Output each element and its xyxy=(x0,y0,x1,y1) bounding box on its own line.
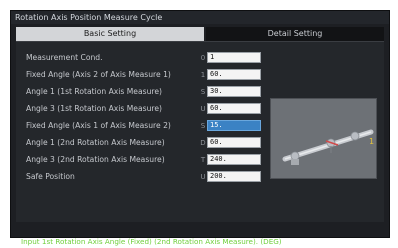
angle3-second-measure-input[interactable]: 240. xyxy=(207,154,261,165)
field-row: Fixed Angle (Axis 2 of Axis Measure 1) 1… xyxy=(26,69,262,81)
field-label: Angle 1 (2nd Rotation Axis Measure) xyxy=(26,138,165,147)
angle3-first-measure-input[interactable]: 60. xyxy=(207,103,261,114)
field-address: 0 xyxy=(200,54,206,62)
field-row: Angle 1 (1st Rotation Axis Measure) S 30… xyxy=(26,86,262,98)
safe-position-input[interactable]: 200. xyxy=(207,171,261,182)
field-label: Safe Position xyxy=(26,172,75,181)
field-address: D xyxy=(200,139,206,147)
angle1-second-measure-input[interactable]: 60. xyxy=(207,137,261,148)
field-label: Angle 1 (1st Rotation Axis Measure) xyxy=(26,87,162,96)
field-row: Safe Position U 200. xyxy=(26,171,262,183)
fixed-angle-axis2-input[interactable]: 60. xyxy=(207,69,261,80)
field-address: 1 xyxy=(200,71,206,79)
tab-detail-setting[interactable]: Detail Setting xyxy=(206,27,384,41)
angle1-first-measure-input[interactable]: 30. xyxy=(207,86,261,97)
field-label: Fixed Angle (Axis 2 of Axis Measure 1) xyxy=(26,70,171,79)
field-address: S xyxy=(200,122,206,130)
field-label: Measurement Cond. xyxy=(26,53,103,62)
status-message: Input 1st Rotation Axis Angle (Fixed) (2… xyxy=(21,237,282,246)
field-label: Angle 3 (1st Rotation Axis Measure) xyxy=(26,104,162,113)
field-address: S xyxy=(200,88,206,96)
field-address: U xyxy=(200,173,206,181)
field-label: Fixed Angle (Axis 1 of Axis Measure 2) xyxy=(26,121,171,130)
field-label: Angle 3 (2nd Rotation Axis Measure) xyxy=(26,155,165,164)
field-row: Fixed Angle (Axis 1 of Axis Measure 2) S… xyxy=(26,120,262,132)
field-address: T xyxy=(200,156,206,164)
field-row: Angle 3 (1st Rotation Axis Measure) U 60… xyxy=(26,103,262,115)
field-row: Angle 1 (2nd Rotation Axis Measure) D 60… xyxy=(26,137,262,149)
field-row: Angle 3 (2nd Rotation Axis Measure) T 24… xyxy=(26,154,262,166)
fixed-angle-axis1-input[interactable]: 15. xyxy=(207,120,261,131)
diagram-label: 1 xyxy=(369,137,374,146)
window-title: Rotation Axis Position Measure Cycle xyxy=(11,11,389,24)
field-row: Measurement Cond. 0 1 xyxy=(26,52,262,64)
tab-basic-setting[interactable]: Basic Setting xyxy=(16,27,204,41)
rotation-axis-diagram: 1 xyxy=(270,98,377,179)
field-address: U xyxy=(200,105,206,113)
measurement-cond-input[interactable]: 1 xyxy=(207,52,261,63)
cycle-window: Rotation Axis Position Measure Cycle Bas… xyxy=(10,10,390,246)
tab-bar: Basic Setting Detail Setting xyxy=(16,27,384,41)
tilted-table-illustration: 1 xyxy=(282,129,374,165)
